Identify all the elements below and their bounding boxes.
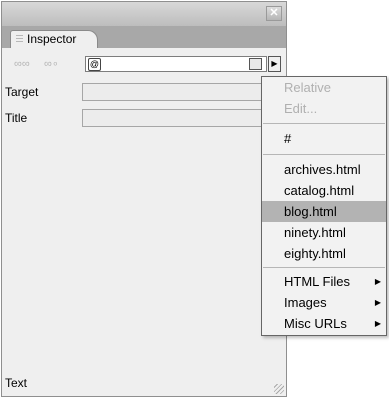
grip-icon[interactable] bbox=[16, 35, 23, 44]
folder-icon[interactable] bbox=[249, 58, 262, 70]
link-icon[interactable]: ∞∞ bbox=[14, 58, 32, 70]
menu-item-misc-urls-label: Misc URLs bbox=[284, 316, 347, 331]
tab-strip: Inspector bbox=[2, 26, 286, 48]
menu-separator bbox=[263, 123, 385, 124]
menu-item-catalog[interactable]: catalog.html bbox=[262, 180, 386, 201]
tab-inspector-label: Inspector bbox=[27, 32, 77, 46]
text-label: Text bbox=[5, 376, 28, 390]
tab-inspector[interactable]: Inspector bbox=[10, 30, 98, 48]
target-label: Target bbox=[5, 85, 39, 99]
menu-item-hash[interactable]: # bbox=[262, 128, 386, 149]
panel-titlebar[interactable]: ✕ bbox=[2, 2, 286, 26]
menu-item-images[interactable]: Images ▶ bbox=[262, 292, 386, 313]
menu-item-edit: Edit... bbox=[284, 101, 318, 116]
target-field[interactable] bbox=[82, 83, 266, 101]
title-field[interactable] bbox=[82, 109, 266, 127]
menu-item-ninety[interactable]: ninety.html bbox=[262, 222, 386, 243]
url-input[interactable] bbox=[102, 57, 242, 71]
menu-separator bbox=[263, 154, 385, 155]
url-toolbar: ∞∞ ∞∘ @ ▶ bbox=[2, 54, 286, 74]
menu-item-html-files-label: HTML Files bbox=[284, 274, 350, 289]
url-popup-menu: Relative Edit... # archives.html catalog… bbox=[261, 76, 387, 336]
menu-item-archives[interactable]: archives.html bbox=[262, 159, 386, 180]
menu-item-html-files[interactable]: HTML Files ▶ bbox=[262, 271, 386, 292]
menu-item-eighty[interactable]: eighty.html bbox=[262, 243, 386, 264]
url-menu-arrow-button[interactable]: ▶ bbox=[268, 56, 281, 72]
menu-item-misc-urls[interactable]: Misc URLs ▶ bbox=[262, 313, 386, 334]
inspector-panel: ✕ Inspector ∞∞ ∞∘ @ ▶ Target Title Text bbox=[1, 1, 287, 397]
submenu-arrow-icon: ▶ bbox=[374, 277, 381, 286]
menu-item-blog[interactable]: blog.html bbox=[262, 201, 386, 222]
close-button[interactable]: ✕ bbox=[266, 6, 282, 21]
submenu-arrow-icon: ▶ bbox=[374, 298, 381, 307]
unlink-icon[interactable]: ∞∘ bbox=[44, 58, 62, 70]
resize-grip[interactable] bbox=[274, 384, 284, 394]
menu-item-images-label: Images bbox=[284, 295, 327, 310]
title-row: Title bbox=[2, 109, 286, 127]
menu-separator bbox=[263, 267, 385, 268]
target-row: Target bbox=[2, 83, 286, 101]
title-label: Title bbox=[5, 111, 28, 125]
submenu-arrow-icon: ▶ bbox=[374, 319, 381, 328]
url-field[interactable]: @ bbox=[85, 56, 267, 72]
menu-item-relative: Relative bbox=[284, 80, 331, 95]
at-icon: @ bbox=[88, 58, 101, 71]
